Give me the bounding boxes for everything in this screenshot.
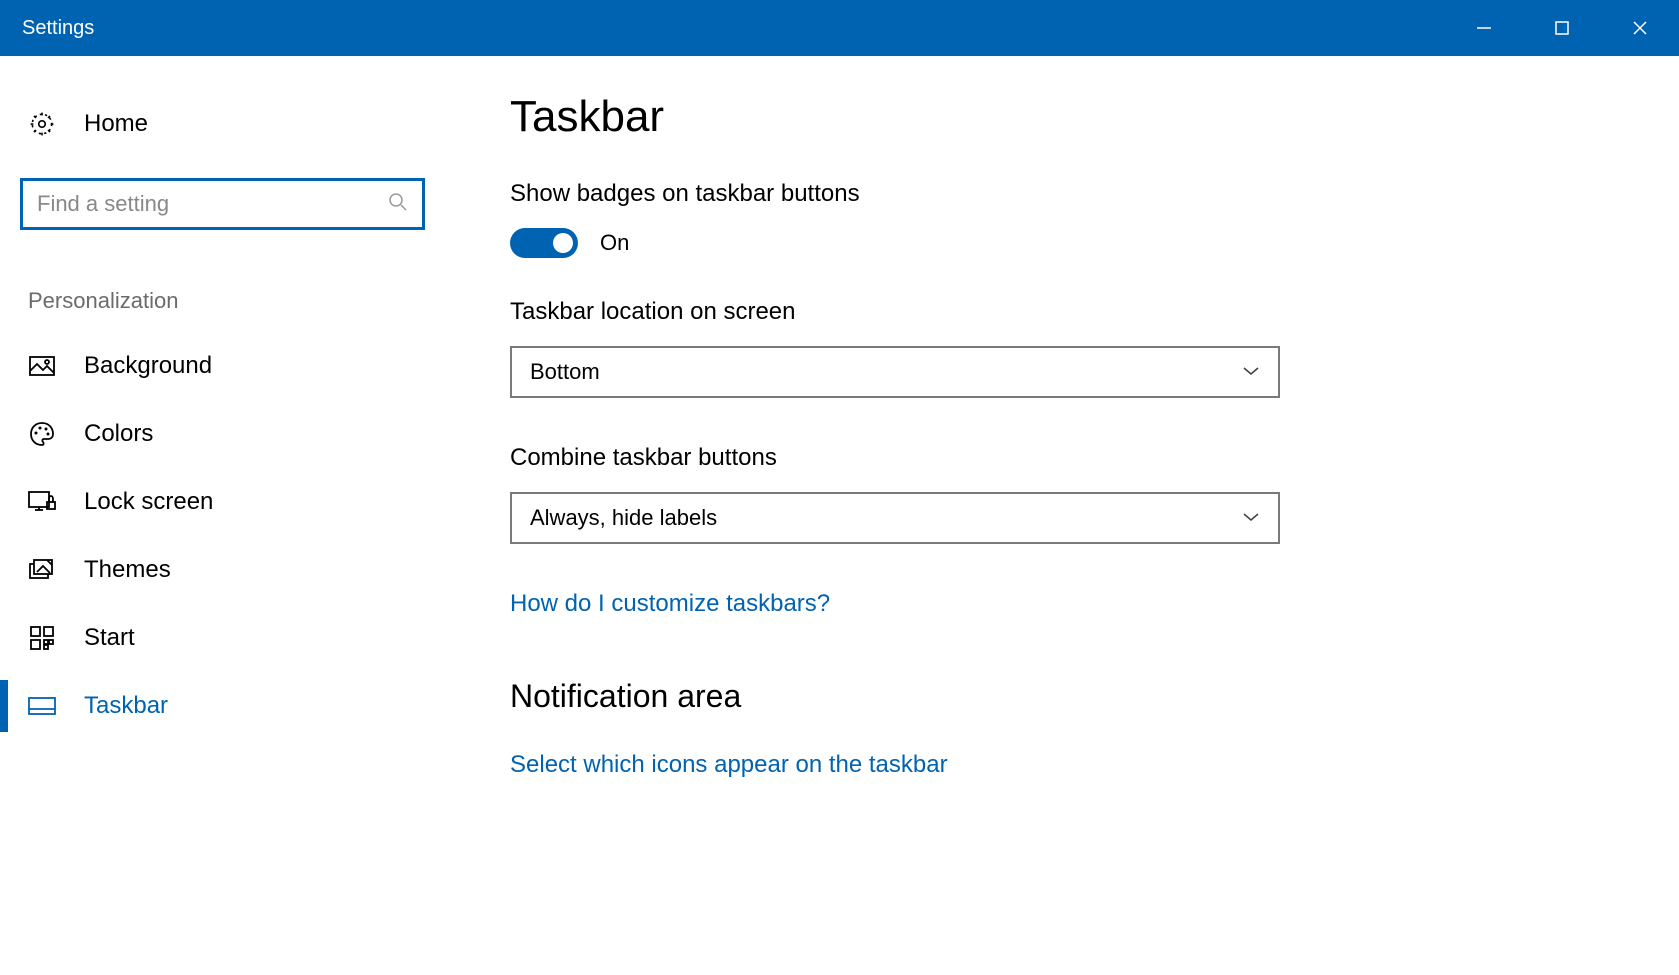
window-title: Settings — [0, 17, 94, 40]
location-dropdown[interactable]: Bottom — [510, 346, 1280, 398]
badges-toggle[interactable] — [510, 228, 578, 258]
taskbar-icon — [28, 697, 56, 715]
chevron-down-icon — [1242, 509, 1260, 527]
location-value: Bottom — [530, 359, 600, 385]
combine-value: Always, hide labels — [530, 505, 717, 531]
chevron-down-icon — [1242, 363, 1260, 381]
start-icon — [28, 626, 56, 650]
section-header: Personalization — [20, 278, 480, 332]
window-controls — [1445, 0, 1679, 56]
badges-label: Show badges on taskbar buttons — [510, 180, 1639, 208]
toggle-knob — [553, 233, 573, 253]
sidebar-item-lock-screen[interactable]: Lock screen — [20, 468, 480, 536]
notification-icons-link[interactable]: Select which icons appear on the taskbar — [510, 751, 1639, 779]
sidebar-item-label: Taskbar — [84, 692, 168, 720]
sidebar-item-label: Background — [84, 352, 212, 380]
sidebar-item-label: Themes — [84, 556, 171, 584]
titlebar: Settings — [0, 0, 1679, 56]
sidebar-item-themes[interactable]: Themes — [20, 536, 480, 604]
location-label: Taskbar location on screen — [510, 298, 1639, 326]
close-icon — [1631, 19, 1649, 37]
gear-icon — [28, 111, 56, 137]
home-button[interactable]: Home — [20, 96, 480, 152]
combine-label: Combine taskbar buttons — [510, 444, 1639, 472]
themes-icon — [28, 558, 56, 582]
palette-icon — [28, 421, 56, 447]
main-content: Taskbar Show badges on taskbar buttons O… — [480, 56, 1679, 975]
search-input[interactable] — [37, 191, 388, 217]
close-button[interactable] — [1601, 0, 1679, 56]
page-title: Taskbar — [510, 92, 1639, 142]
search-box[interactable] — [20, 178, 425, 230]
combine-dropdown[interactable]: Always, hide labels — [510, 492, 1280, 544]
maximize-button[interactable] — [1523, 0, 1601, 56]
sidebar-item-taskbar[interactable]: Taskbar — [20, 672, 480, 740]
badges-toggle-row: On — [510, 228, 1639, 258]
help-link[interactable]: How do I customize taskbars? — [510, 590, 1639, 618]
sidebar: Home Personalization Background — [0, 56, 480, 975]
notification-heading: Notification area — [510, 678, 1639, 715]
picture-icon — [28, 356, 56, 376]
home-label: Home — [84, 110, 148, 138]
lock-screen-icon — [28, 491, 56, 513]
sidebar-item-colors[interactable]: Colors — [20, 400, 480, 468]
search-icon — [388, 192, 408, 217]
sidebar-item-background[interactable]: Background — [20, 332, 480, 400]
maximize-icon — [1553, 19, 1571, 37]
minimize-button[interactable] — [1445, 0, 1523, 56]
sidebar-item-label: Colors — [84, 420, 153, 448]
sidebar-item-start[interactable]: Start — [20, 604, 480, 672]
sidebar-item-label: Lock screen — [84, 488, 213, 516]
badges-toggle-state: On — [600, 230, 629, 256]
sidebar-item-label: Start — [84, 624, 135, 652]
minimize-icon — [1475, 19, 1493, 37]
